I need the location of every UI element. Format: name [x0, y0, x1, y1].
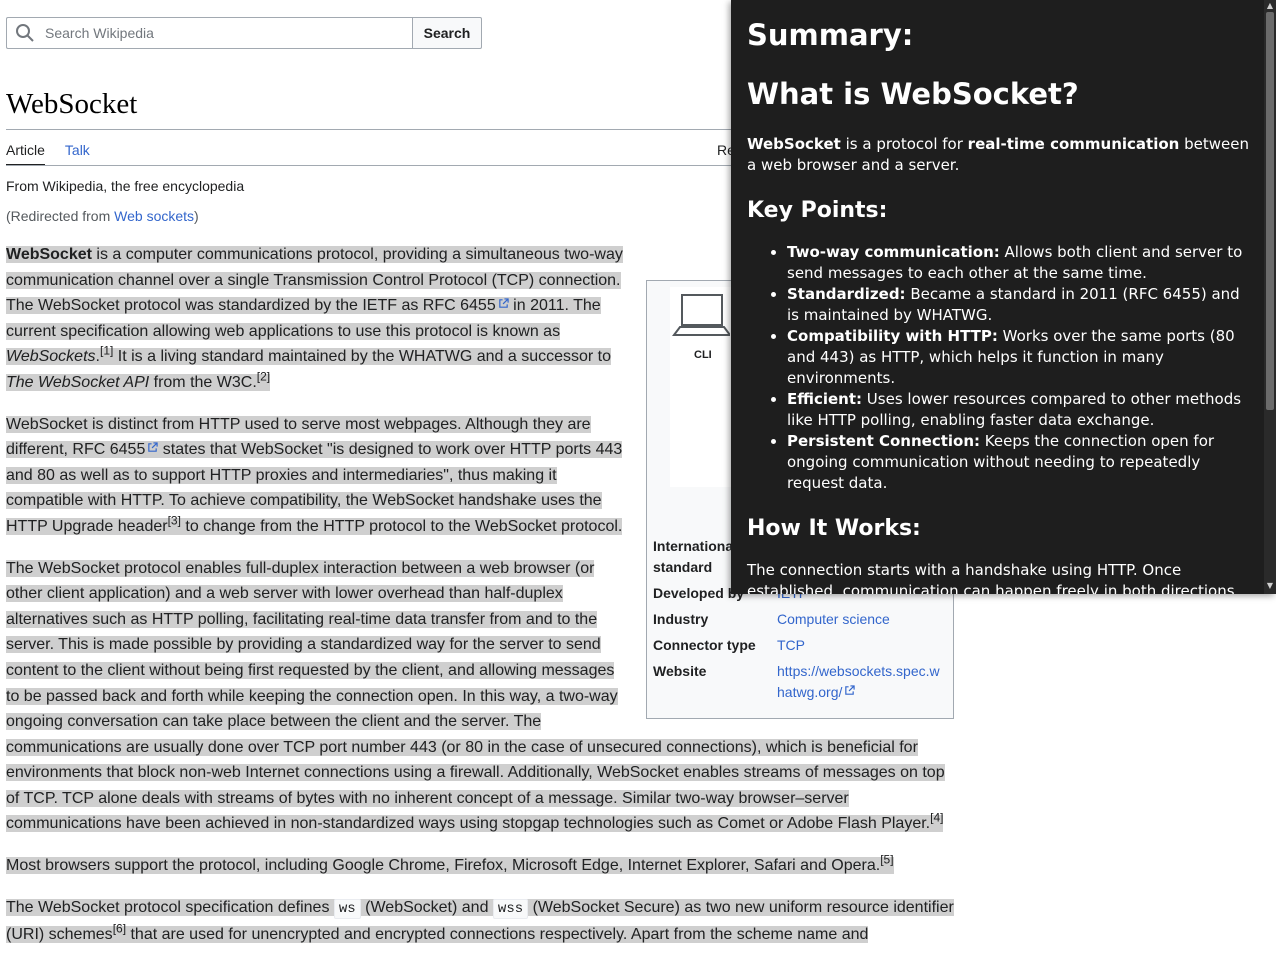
- search-input[interactable]: [43, 24, 387, 42]
- bold-term: WebSocket: [747, 134, 841, 153]
- external-link-icon[interactable]: [147, 442, 159, 453]
- diagram-client-label: CLI: [694, 349, 712, 361]
- page-title: WebSocket: [6, 88, 138, 120]
- key-point-label: Efficient:: [787, 389, 863, 408]
- key-point-label: Compatibility with HTTP:: [787, 326, 998, 345]
- infobox-row: Industry Computer science: [653, 609, 947, 630]
- summary-scrollbar[interactable]: ▲ ▼: [1264, 0, 1276, 594]
- citation[interactable]: [4]: [930, 811, 943, 825]
- text: from the W3C.: [149, 373, 257, 391]
- key-point-label: Standardized:: [787, 284, 906, 303]
- redirect-note: (Redirected from Web sockets): [6, 208, 199, 224]
- scroll-thumb[interactable]: [1266, 12, 1274, 410]
- summary-intro: WebSocket is a protocol for real-time co…: [747, 134, 1256, 176]
- citation[interactable]: [6]: [113, 922, 126, 936]
- infobox-value[interactable]: https://websockets.spec.whatwg.org/: [777, 661, 947, 703]
- lead-term: WebSocket: [6, 246, 92, 263]
- infobox-row: Connector type TCP: [653, 635, 947, 656]
- code-ws: ws: [333, 898, 361, 919]
- key-point-label: Two-way communication:: [787, 242, 1000, 261]
- summary-title: What is WebSocket?: [747, 76, 1079, 111]
- key-points-list: Two-way communication: Allows both clien…: [747, 242, 1256, 494]
- how-it-works-heading: How It Works:: [747, 515, 921, 541]
- laptop-icon: [672, 294, 730, 336]
- infobox-value[interactable]: Computer science: [777, 609, 947, 630]
- bold-term: real-time communication: [967, 134, 1180, 153]
- scroll-up-icon[interactable]: ▲: [1266, 2, 1274, 10]
- summary-panel[interactable]: Summary: What is WebSocket? WebSocket is…: [731, 0, 1276, 594]
- site-tagline: From Wikipedia, the free encyclopedia: [6, 178, 245, 194]
- infobox-value[interactable]: TCP: [777, 635, 947, 656]
- redirect-suffix: ): [194, 208, 199, 224]
- infobox-row: Website https://websockets.spec.whatwg.o…: [653, 661, 947, 703]
- italic-term: The WebSocket API: [6, 373, 150, 391]
- paragraph-5: The WebSocket protocol specification def…: [6, 895, 954, 948]
- key-point: Standardized: Became a standard in 2011 …: [787, 284, 1256, 326]
- infobox-label: Industry: [653, 611, 709, 627]
- text: is a protocol for: [840, 134, 968, 153]
- code-wss: wss: [492, 898, 529, 919]
- search-bar: Search: [6, 17, 482, 49]
- search-icon: [16, 24, 34, 42]
- website-link[interactable]: https://websockets.spec.whatwg.org/: [777, 663, 940, 700]
- infobox-label: Connector type: [653, 637, 756, 653]
- namespace-tabs: Article Talk: [6, 142, 90, 166]
- summary-heading: Summary:: [747, 18, 914, 52]
- citation[interactable]: [2]: [257, 370, 270, 384]
- key-point-label: Persistent Connection:: [787, 431, 981, 450]
- infobox-label: Website: [653, 663, 707, 679]
- search-box[interactable]: [6, 17, 412, 49]
- text: (WebSocket) and: [360, 898, 493, 916]
- text: It is a living standard maintained by th…: [113, 348, 612, 366]
- text: Most browsers support the protocol, incl…: [6, 857, 881, 875]
- external-link-icon[interactable]: [498, 298, 509, 309]
- search-button[interactable]: Search: [412, 17, 482, 49]
- redirect-link[interactable]: Web sockets: [114, 208, 194, 224]
- italic-term: WebSockets: [6, 348, 96, 366]
- text: to change from the HTTP protocol to the …: [180, 517, 623, 535]
- tab-talk[interactable]: Talk: [65, 142, 90, 166]
- tab-article[interactable]: Article: [6, 142, 45, 166]
- citation[interactable]: [3]: [168, 514, 181, 528]
- scroll-down-icon[interactable]: ▼: [1266, 582, 1274, 590]
- redirect-prefix: (Redirected from: [6, 208, 115, 224]
- key-points-heading: Key Points:: [747, 197, 888, 223]
- key-point: Efficient: Uses lower resources compared…: [787, 389, 1256, 431]
- text: The WebSocket protocol specification def…: [6, 898, 334, 916]
- key-point: Two-way communication: Allows both clien…: [787, 242, 1256, 284]
- key-point: Persistent Connection: Keeps the connect…: [787, 431, 1256, 494]
- key-point: Compatibility with HTTP: Works over the …: [787, 326, 1256, 389]
- paragraph-4: Most browsers support the protocol, incl…: [6, 853, 954, 879]
- external-link-icon: [845, 685, 856, 695]
- citation[interactable]: [5]: [880, 853, 893, 867]
- text: that are used for unencrypted and encryp…: [126, 926, 869, 944]
- citation[interactable]: [1]: [100, 344, 113, 358]
- how-it-works-text: The connection starts with a handshake u…: [747, 561, 1240, 594]
